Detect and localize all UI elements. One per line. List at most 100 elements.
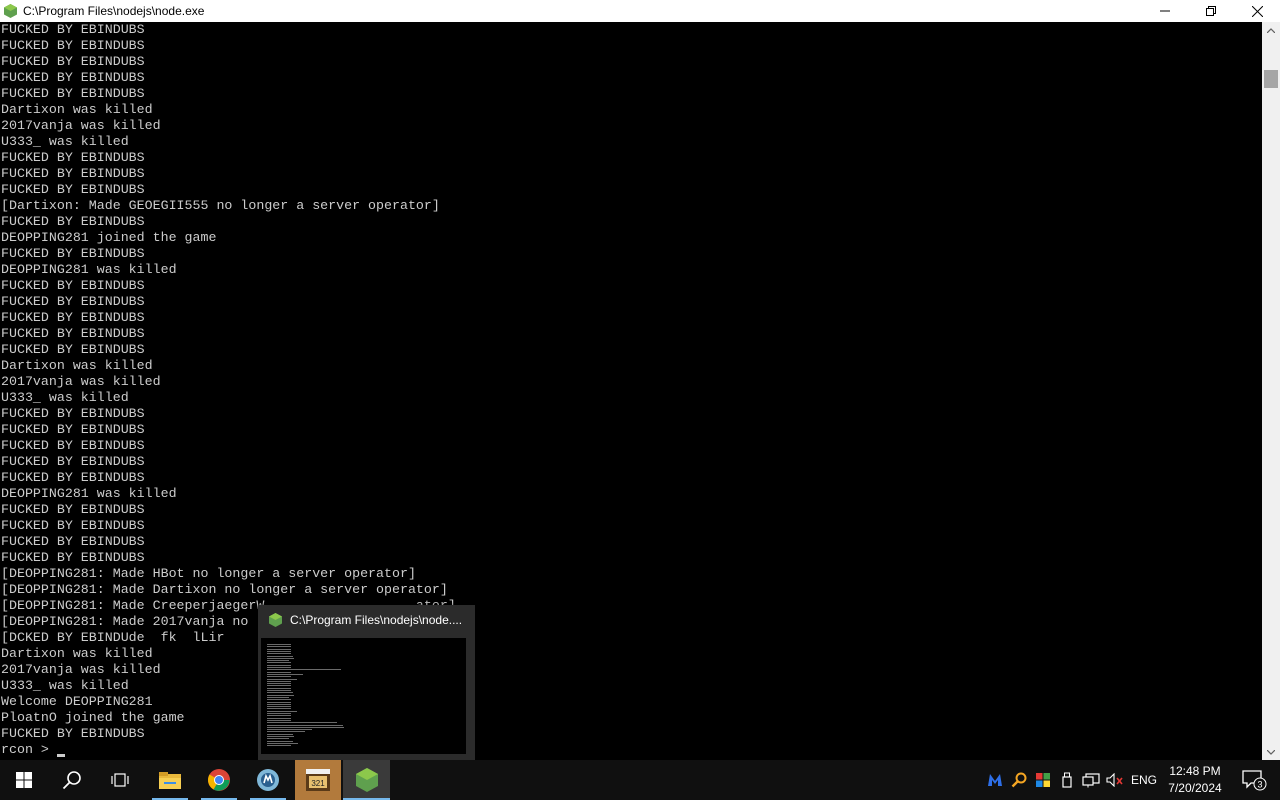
preview-title: C:\Program Files\nodejs\node....	[290, 613, 463, 627]
tray-malwarebytes[interactable]	[985, 760, 1005, 800]
volume-muted-icon	[1106, 773, 1123, 787]
thumbnail-text-line	[267, 671, 292, 673]
scroll-down-button[interactable]	[1262, 744, 1280, 760]
action-center-button[interactable]: 3	[1234, 760, 1274, 800]
media-player-icon: 321	[306, 769, 330, 791]
tray-network[interactable]	[1080, 760, 1102, 800]
search-button[interactable]	[48, 760, 96, 800]
thumbnail-text-line	[267, 722, 338, 724]
task-view-button[interactable]	[96, 760, 144, 800]
thumbnail-text-line	[267, 660, 289, 662]
chrome-icon	[208, 769, 230, 791]
text-cursor	[56, 754, 65, 757]
windows-security-icon	[1036, 773, 1050, 787]
nodejs-icon	[355, 768, 378, 792]
thumbnail-text-line	[267, 657, 294, 659]
thumbnail-text-line	[267, 648, 292, 650]
thumbnail-text-line	[267, 662, 292, 664]
nodejs-icon	[3, 4, 17, 18]
console-line: FUCKED BY EBINDUBS	[1, 406, 145, 421]
start-button[interactable]	[0, 760, 48, 800]
language-text: ENG	[1130, 773, 1157, 787]
thumbnail-text-line	[267, 733, 293, 735]
console-line: DEOPPING281 joined the game	[1, 230, 217, 245]
windows-start-icon	[16, 772, 32, 788]
tray-volume[interactable]	[1104, 760, 1126, 800]
usb-drive-icon	[1062, 772, 1072, 788]
thumbnail-text-line	[267, 717, 292, 719]
console-line: FUCKED BY EBINDUBS	[1, 470, 145, 485]
console-prompt[interactable]: rcon >	[0, 742, 1262, 758]
console-line: FUCKED BY EBINDUBS	[1, 310, 145, 325]
thumbnail-text-line	[267, 653, 292, 655]
taskbar-nodejs[interactable]	[343, 760, 390, 800]
scroll-down-icon	[1267, 749, 1275, 755]
thumbnail-text-line	[267, 726, 344, 728]
taskbar-app[interactable]	[246, 760, 290, 800]
tray-security[interactable]	[1033, 760, 1053, 800]
console-line: FUCKED BY EBINDUBS	[1, 70, 145, 85]
vertical-scrollbar[interactable]	[1262, 22, 1280, 760]
thumbnail-text-line	[267, 655, 293, 657]
console-line: PloatnO joined the game	[1, 710, 185, 725]
language-indicator[interactable]: ENG	[1128, 760, 1160, 800]
thumbnail-text-line	[267, 736, 294, 737]
notification-count: 3	[1257, 780, 1262, 790]
thumbnail-text-line	[267, 690, 292, 691]
thumbnail-text-line	[267, 713, 292, 714]
thumbnail-text-line	[267, 678, 297, 680]
thumbnail-text-line	[267, 646, 292, 648]
tray-search-app[interactable]	[1009, 760, 1029, 800]
preview-thumbnail-image[interactable]	[261, 638, 466, 754]
thumbnail-text-line	[267, 703, 292, 705]
file-explorer-icon	[159, 772, 181, 789]
taskbar-thumbnail-preview[interactable]: C:\Program Files\nodejs\node....	[258, 605, 475, 760]
clock-time: 12:48 PM	[1169, 764, 1221, 778]
taskbar-clock[interactable]: 12:48 PM 7/20/2024	[1160, 763, 1230, 797]
window-title: C:\Program Files\nodejs\node.exe	[23, 4, 205, 18]
console-line: FUCKED BY EBINDUBS	[1, 182, 145, 197]
minimize-icon	[1160, 10, 1170, 12]
thumbnail-text-line	[267, 719, 292, 721]
console-line: FUCKED BY EBINDUBS	[1, 294, 145, 309]
console-line: U333_ was killed	[1, 678, 129, 693]
taskbar-file-explorer[interactable]	[148, 760, 192, 800]
tray-usb[interactable]	[1057, 760, 1077, 800]
thumbnail-text-line	[267, 673, 304, 675]
thumbnail-text-line	[267, 708, 292, 710]
console-line: FUCKED BY EBINDUBS	[1, 438, 145, 453]
restore-button[interactable]	[1188, 0, 1234, 22]
close-button[interactable]	[1234, 0, 1280, 22]
thumbnail-text-line	[267, 729, 312, 731]
console-line: [DEOPPING281: Made 2017vanja no l	[1, 614, 265, 629]
console-line: FUCKED BY EBINDUBS	[1, 54, 145, 69]
minimize-button[interactable]	[1142, 0, 1188, 22]
console-line: Dartixon was killed	[1, 102, 153, 117]
taskbar-media-player[interactable]: 321	[295, 760, 341, 800]
magnifier-icon	[1011, 772, 1027, 788]
thumbnail-text-line	[267, 740, 293, 742]
scroll-up-icon	[1267, 27, 1275, 33]
scroll-up-button[interactable]	[1262, 22, 1280, 38]
console-line: FUCKED BY EBINDUBS	[1, 518, 145, 533]
console-lines: FUCKED BY EBINDUBS FUCKED BY EBINDUBS FUCK…	[0, 22, 1262, 742]
window-titlebar[interactable]: C:\Program Files\nodejs\node.exe	[0, 0, 1280, 22]
console-line: 2017vanja was killed	[1, 374, 161, 389]
thumbnail-text-line	[267, 706, 292, 708]
console-line: FUCKED BY EBINDUBS	[1, 422, 145, 437]
restore-icon	[1206, 6, 1216, 16]
console-line: FUCKED BY EBINDUBS	[1, 550, 145, 565]
scroll-thumb[interactable]	[1264, 70, 1278, 88]
thumbnail-text-line	[267, 676, 292, 678]
console-line: DEOPPING281 was killed	[1, 262, 177, 277]
taskbar-chrome[interactable]	[197, 760, 241, 800]
console-line: Dartixon was killed	[1, 358, 153, 373]
app-icon	[257, 769, 279, 791]
thumbnail-text-line	[267, 745, 292, 747]
console-line: FUCKED BY EBINDUBS	[1, 86, 145, 101]
console-line: FUCKED BY EBINDUBS	[1, 278, 145, 293]
thumbnail-text-line	[267, 667, 292, 668]
console-line: 2017vanja was killed	[1, 662, 161, 677]
console-line: FUCKED BY EBINDUBS	[1, 214, 145, 229]
console-output[interactable]: FUCKED BY EBINDUBS FUCKED BY EBINDUBS FUCK…	[0, 22, 1262, 760]
